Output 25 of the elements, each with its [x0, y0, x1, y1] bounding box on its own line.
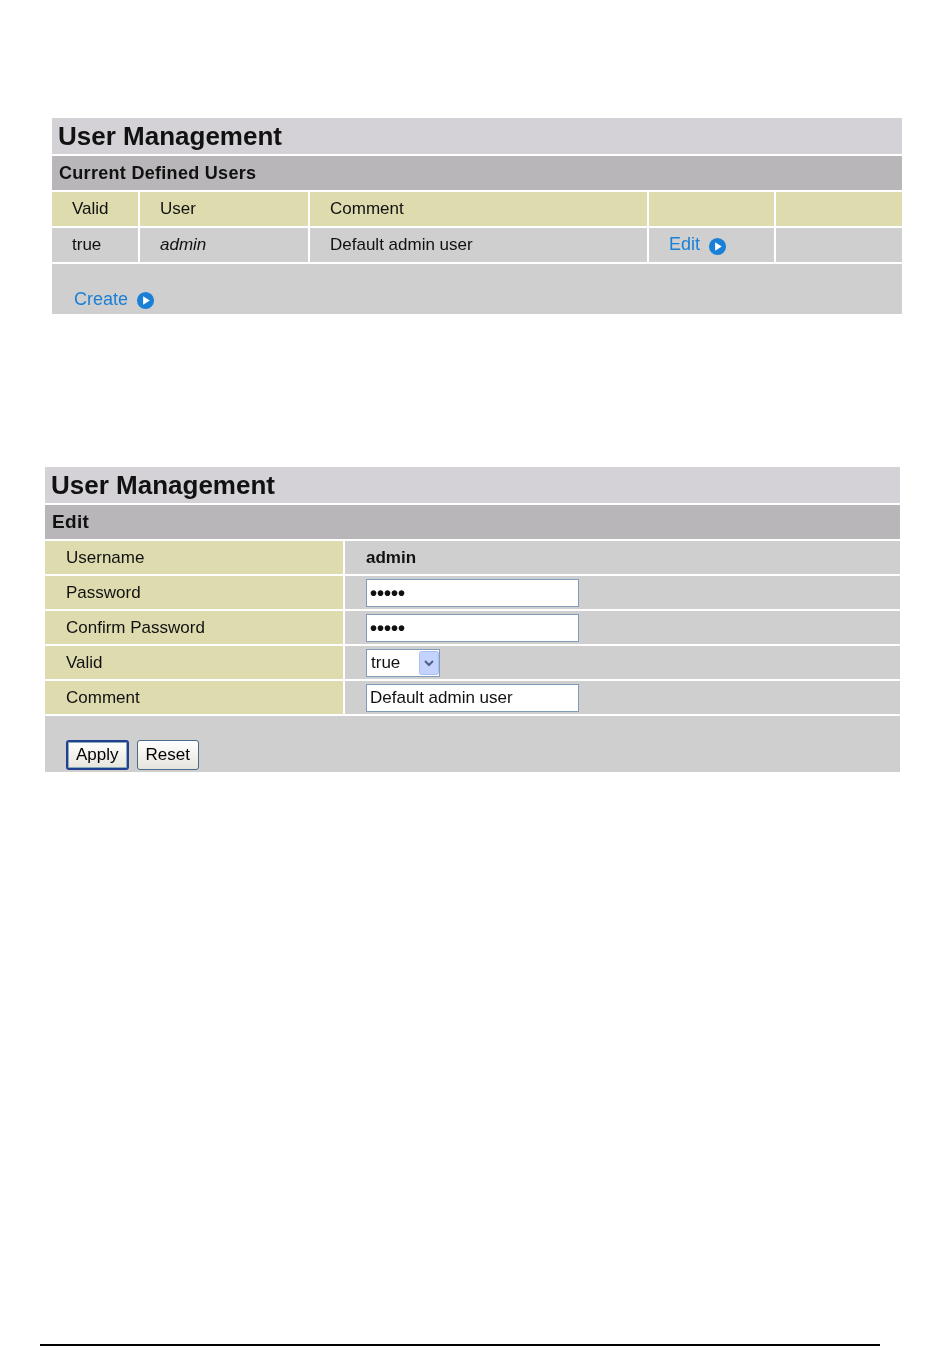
table-cell: Default admin user [309, 227, 648, 263]
dropdown[interactable]: true [366, 648, 440, 677]
column-header: User [139, 192, 309, 227]
panel-title: User Management [52, 118, 902, 156]
section-header: Current Defined Users [52, 156, 902, 192]
password-field[interactable]: ••••• [366, 578, 579, 607]
reset-button[interactable]: Reset [136, 740, 199, 770]
chevron-down-icon [419, 650, 439, 675]
column-header: Valid [52, 192, 139, 227]
column-header: Comment [309, 192, 648, 227]
play-icon [136, 291, 156, 310]
text-field[interactable]: Default admin user [366, 683, 579, 712]
field-label: Comment [45, 681, 345, 714]
username-value: admin [366, 547, 417, 568]
field-label: Username [45, 541, 345, 574]
panel-title: User Management [45, 467, 900, 505]
field-label: Confirm Password [45, 611, 345, 644]
play-icon [708, 236, 728, 256]
password-field[interactable]: ••••• [366, 613, 579, 642]
field-label: Password [45, 576, 345, 609]
table-cell: admin [139, 227, 309, 263]
table-cell: true [52, 227, 139, 263]
field-label: Valid [45, 646, 345, 679]
section-header: Edit [45, 505, 900, 541]
apply-button[interactable]: Apply [66, 740, 129, 770]
